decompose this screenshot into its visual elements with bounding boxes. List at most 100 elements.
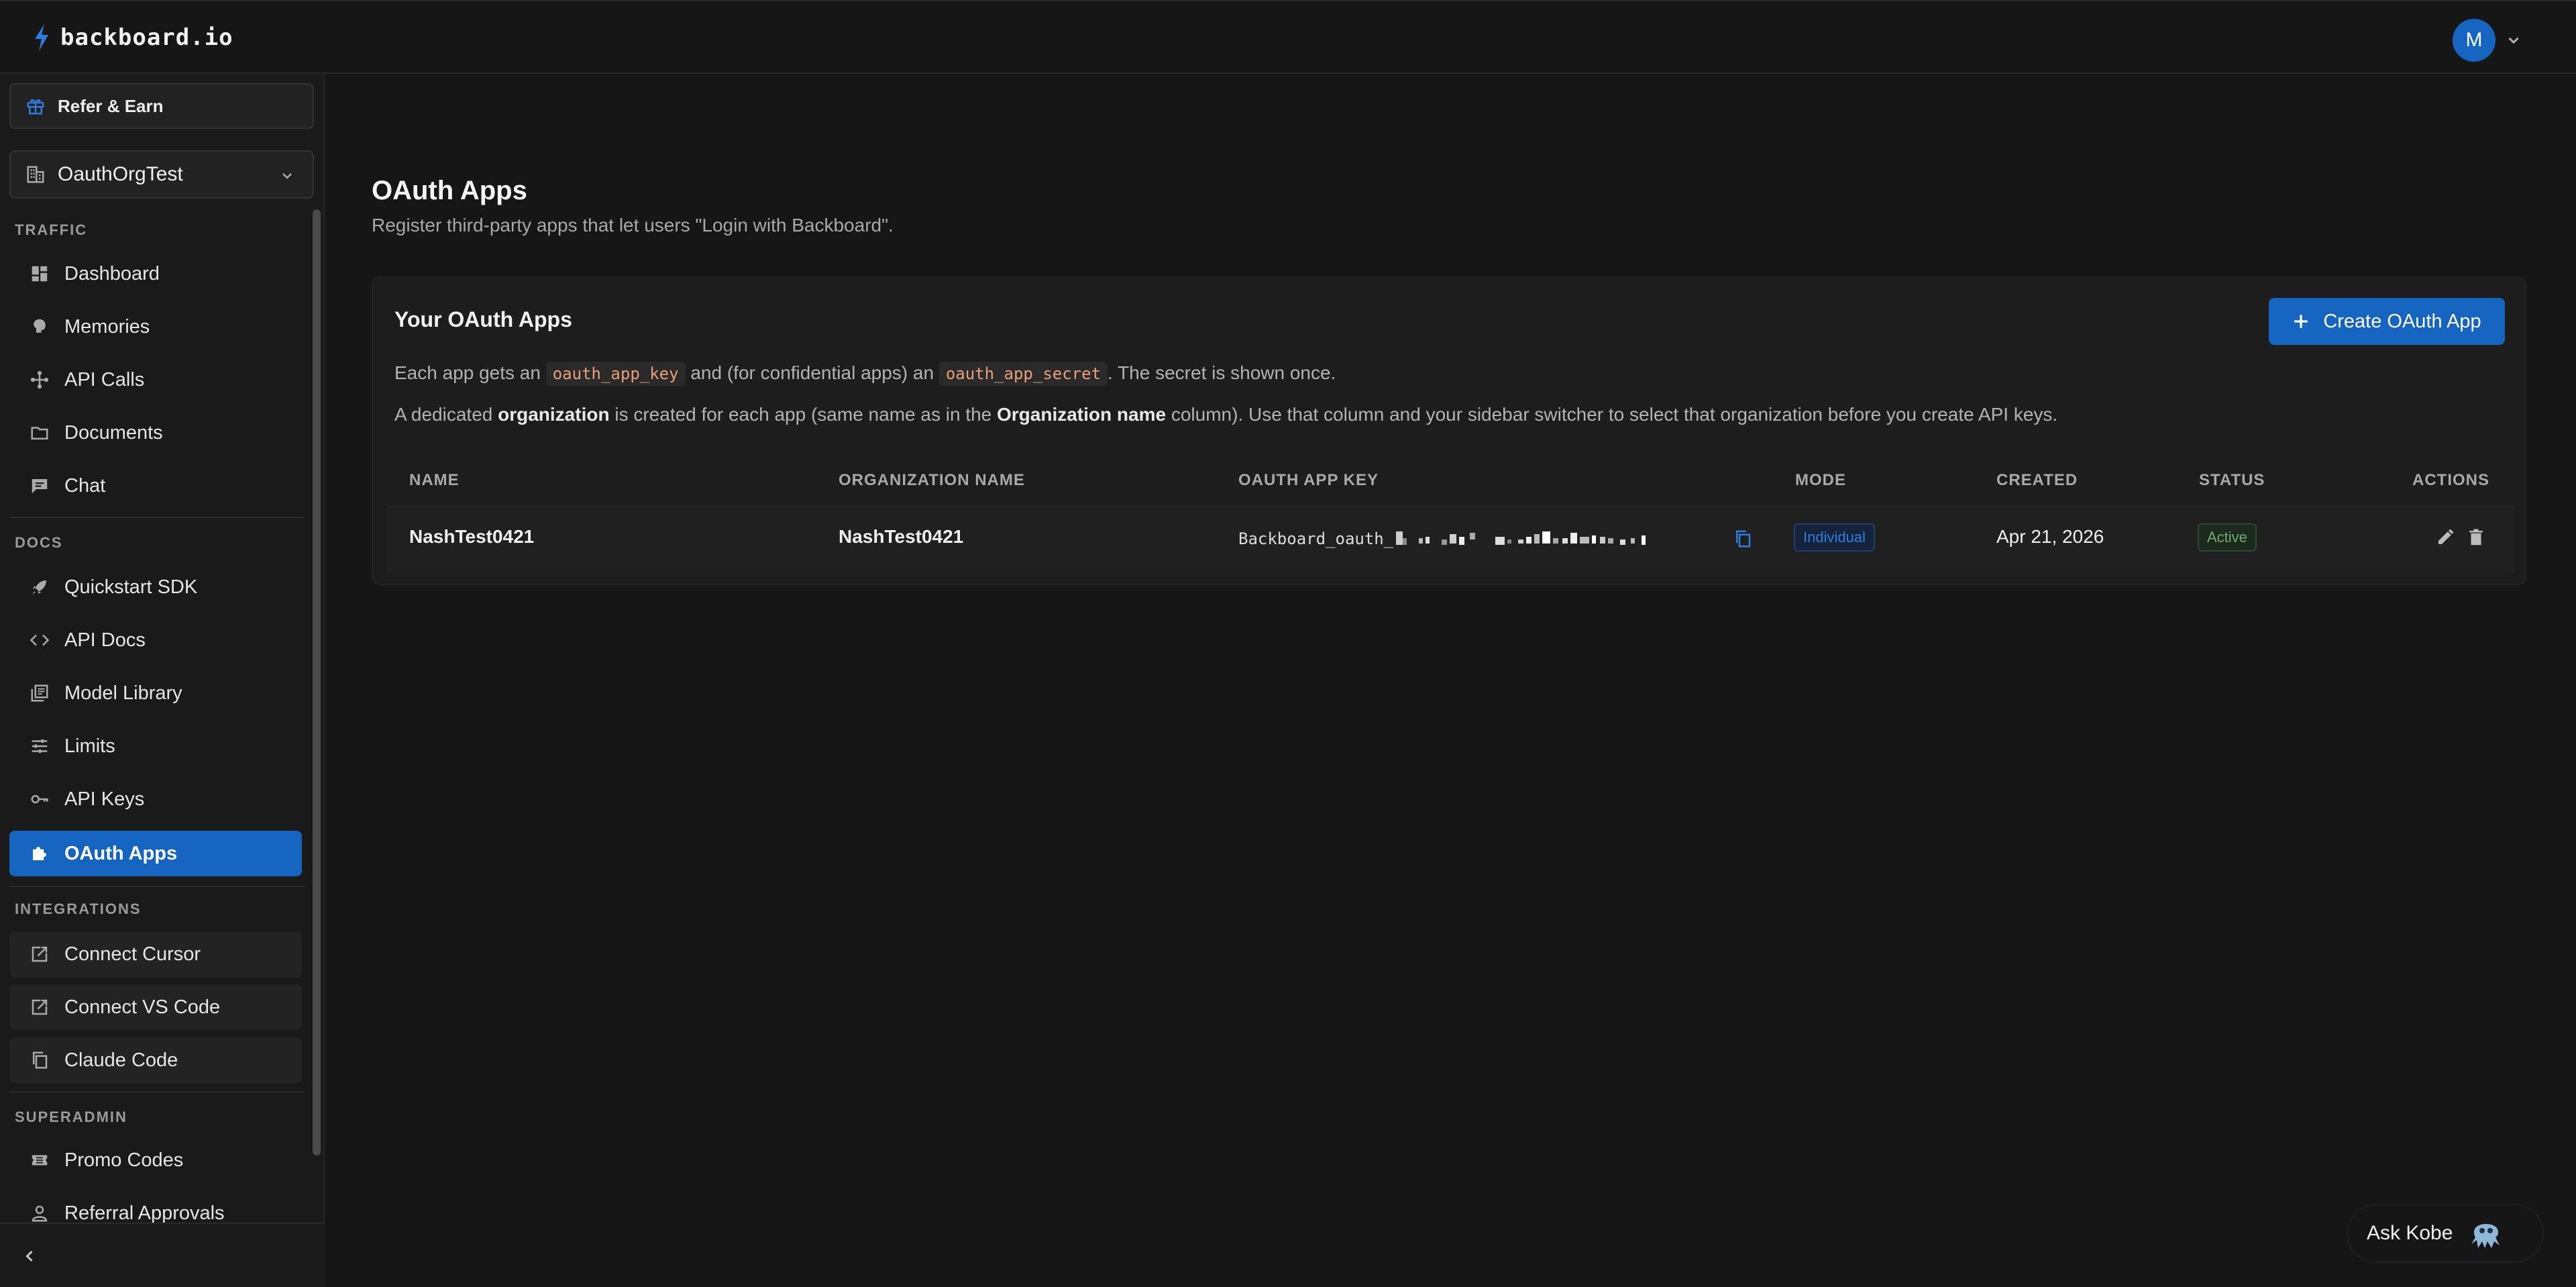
user-check-icon: [32, 1205, 48, 1222]
ask-kobe-button[interactable]: Ask Kobe: [2347, 1204, 2544, 1263]
column-header-created: CREATED: [1996, 471, 2078, 489]
sidebar-item-model-library[interactable]: Model Library: [9, 670, 302, 716]
sidebar-item-label: Documents: [64, 421, 163, 444]
sidebar-item-documents[interactable]: Documents: [9, 410, 302, 456]
table-header: [386, 455, 2514, 503]
info-text: A dedicated: [394, 404, 493, 425]
create-oauth-app-label: Create OAuth App: [2323, 310, 2481, 332]
sidebar-footer: [0, 1223, 325, 1287]
refer-and-earn-button[interactable]: Refer & Earn: [9, 83, 314, 129]
brand[interactable]: backboard.io: [32, 24, 233, 51]
sidebar-item-label: API Keys: [64, 788, 145, 810]
building-icon: [27, 166, 44, 183]
sidebar-item-dashboard[interactable]: Dashboard: [9, 251, 302, 297]
sidebar-item-connect-cursor[interactable]: Connect Cursor: [9, 931, 302, 977]
ticket-icon: [32, 1155, 48, 1166]
lightning-icon: [35, 24, 48, 51]
org-name: OauthOrgTest: [58, 163, 183, 185]
edit-icon[interactable]: [2435, 527, 2455, 548]
sidebar: Refer & Earn OauthOrgTest TRAFFIC Dashbo…: [0, 74, 325, 1287]
top-bar: backboard.io M: [0, 0, 2576, 74]
sidebar-item-label: Dashboard: [64, 262, 160, 285]
code-oauth-app-key: oauth_app_key: [545, 362, 686, 386]
chevron-left-icon[interactable]: [20, 1247, 39, 1266]
section-label-traffic: TRAFFIC: [15, 221, 88, 238]
status-badge: Active: [2198, 523, 2257, 552]
page-subtitle: Register third-party apps that let users…: [372, 215, 894, 236]
card-title: Your OAuth Apps: [394, 307, 572, 331]
column-header-mode: MODE: [1795, 471, 1846, 489]
sidebar-item-label: Promo Codes: [64, 1149, 184, 1171]
section-divider: [9, 1091, 305, 1092]
sidebar-item-memories[interactable]: Memories: [9, 304, 302, 350]
gift-icon: [27, 99, 44, 115]
sidebar-item-label: Memories: [64, 315, 150, 338]
cell-created: Apr 21, 2026: [1996, 526, 2104, 547]
dashboard-icon: [32, 266, 48, 282]
info-line-organization: A dedicated organization is created for …: [394, 404, 2057, 425]
chat-icon: [32, 479, 48, 494]
section-label-superadmin: SUPERADMIN: [15, 1109, 127, 1125]
sidebar-item-label: API Calls: [64, 368, 145, 391]
cell-organization-name: NashTest0421: [839, 526, 964, 547]
section-label-docs: DOCS: [15, 534, 63, 551]
sidebar-item-api-docs[interactable]: API Docs: [9, 617, 302, 663]
copy-icon: [33, 1051, 48, 1069]
code-oauth-app-secret: oauth_app_secret: [938, 362, 1108, 386]
library-icon: [31, 684, 48, 702]
info-text: Each app gets an: [394, 362, 541, 383]
column-header-name: NAME: [409, 471, 460, 489]
sidebar-item-label: Claude Code: [64, 1049, 178, 1071]
sidebar-item-label: Referral Approvals: [64, 1202, 225, 1224]
info-bold: Organization name: [997, 404, 1167, 425]
sidebar-item-api-calls[interactable]: API Calls: [9, 357, 302, 403]
info-text: . The secret is shown once.: [1108, 362, 1336, 383]
chevron-down-icon[interactable]: [2505, 32, 2522, 49]
key-icon: [31, 794, 48, 804]
sidebar-item-label: Limits: [64, 735, 115, 757]
avatar[interactable]: M: [2453, 19, 2496, 62]
masked-key-pixels: [1396, 531, 1646, 545]
sidebar-item-claude-code[interactable]: Claude Code: [9, 1037, 302, 1083]
sidebar-item-label: Connect VS Code: [64, 996, 221, 1018]
info-line-keys: Each app gets an oauth_app_key and (for …: [394, 362, 1336, 386]
octopus-icon: [2471, 1224, 2500, 1248]
sidebar-item-label: Quickstart SDK: [64, 576, 198, 598]
org-switcher[interactable]: OauthOrgTest: [9, 150, 314, 199]
chevron-down-icon: [282, 173, 292, 179]
section-divider: [9, 517, 305, 518]
puzzle-icon: [33, 847, 46, 860]
copy-icon[interactable]: [1733, 529, 1753, 549]
column-header-actions: ACTIONS: [2412, 471, 2489, 489]
trash-icon[interactable]: [2466, 527, 2486, 548]
cell-name: NashTest0421: [409, 526, 535, 547]
sidebar-item-label: Chat: [64, 474, 106, 497]
ask-kobe-label: Ask Kobe: [2367, 1222, 2453, 1244]
sidebar-item-connect-vs-code[interactable]: Connect VS Code: [9, 984, 302, 1030]
refer-and-earn-label: Refer & Earn: [58, 95, 164, 116]
column-header-status: STATUS: [2199, 471, 2265, 489]
info-text: column). Use that column and your sideba…: [1171, 404, 2058, 425]
user-menu[interactable]: M: [2453, 19, 2522, 62]
brain-icon: [34, 319, 46, 333]
mode-badge: Individual: [1794, 523, 1875, 552]
info-text: is created for each app (same name as in…: [614, 404, 992, 425]
code-icon: [30, 634, 50, 646]
sidebar-item-quickstart-sdk[interactable]: Quickstart SDK: [9, 564, 302, 610]
sidebar-item-label: Connect Cursor: [64, 943, 201, 965]
page-title: OAuth Apps: [372, 176, 527, 205]
sidebar-item-promo-codes[interactable]: Promo Codes: [9, 1137, 302, 1183]
sidebar-item-limits[interactable]: Limits: [9, 723, 302, 769]
sidebar-item-oauth-apps[interactable]: OAuth Apps: [9, 831, 302, 876]
info-bold: organization: [498, 404, 610, 425]
rocket-icon: [32, 580, 46, 595]
section-label-integrations: INTEGRATIONS: [15, 900, 142, 917]
sidebar-item-api-keys[interactable]: API Keys: [9, 776, 302, 822]
sliders-icon: [32, 739, 48, 753]
section-divider: [9, 886, 305, 887]
sidebar-item-chat[interactable]: Chat: [9, 463, 302, 509]
sidebar-item-label: API Docs: [64, 629, 146, 651]
create-oauth-app-button[interactable]: Create OAuth App: [2269, 298, 2505, 345]
sidebar-scrollbar[interactable]: [313, 209, 321, 1155]
external-link-icon: [32, 946, 48, 962]
